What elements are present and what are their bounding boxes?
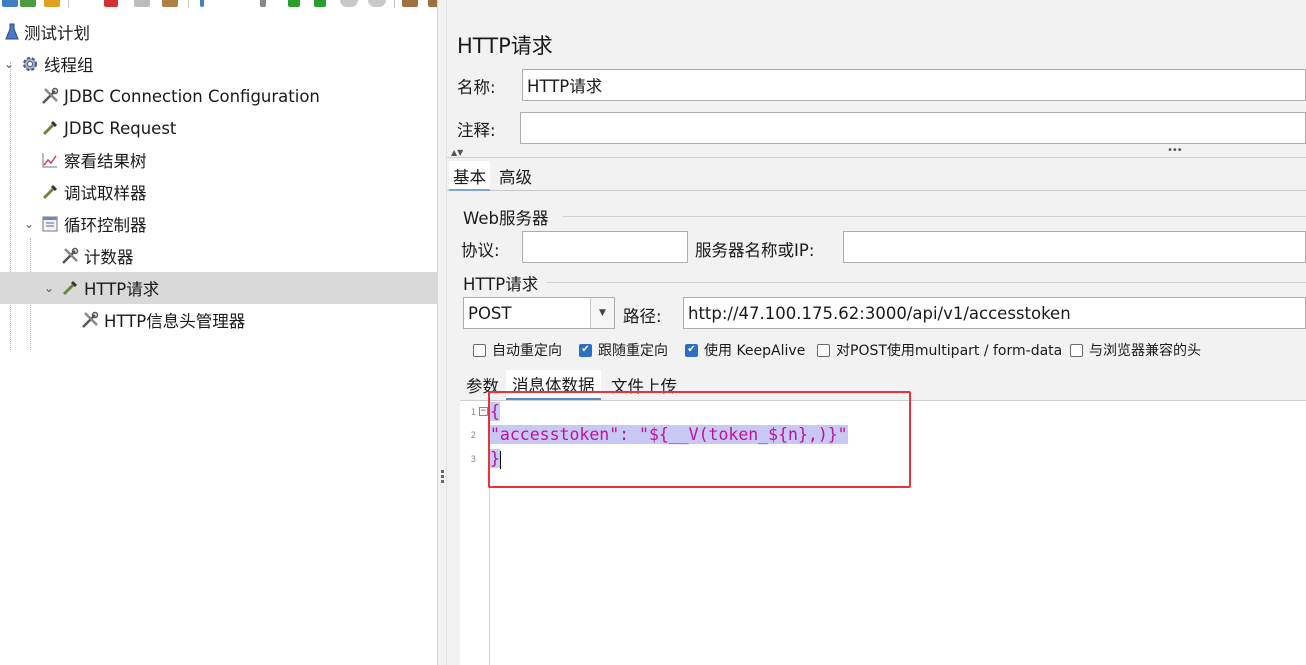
name-label: 名称: [457,78,496,97]
checkbox-unchecked-icon [473,343,486,357]
chevron-down-icon: ▼ [590,298,614,328]
sampler-pipette-icon [40,182,60,202]
http-request-group-line [547,282,1306,283]
tree-item-test-plan[interactable]: 测试计划 [0,16,438,48]
path-label: 路径: [623,307,662,326]
line-number: 1 [470,408,476,418]
path-field[interactable]: http://47.100.175.62:3000/api/v1/accesst… [683,297,1306,329]
thread-group-gear-icon [20,54,40,74]
start-no-pause-icon[interactable] [314,0,326,7]
new-icon[interactable] [2,0,18,7]
toggle-icon[interactable] [260,0,266,7]
protocol-field[interactable] [522,231,688,263]
collapse-arrows-icon[interactable]: ▲▼ [451,148,463,157]
controller-icon [40,214,60,234]
browser-compatible-headers-checkbox[interactable]: 与浏览器兼容的头 [1070,340,1201,360]
stop-icon[interactable] [340,0,358,7]
tree-item-http-header-manager[interactable]: HTTP信息头管理器 [0,304,438,336]
server-name-field[interactable] [843,231,1306,263]
templates-icon[interactable] [20,0,36,7]
protocol-label: 协议: [461,241,500,260]
server-name-label: 服务器名称或IP: [695,241,815,260]
checkbox-checked-icon: ✔ [685,343,698,357]
splitter-grip-icon [441,470,444,485]
test-plan-tree: 测试计划 ⌄ 线程组 JDBC Connection Configuration… [0,16,438,665]
name-field[interactable]: HTTP请求 [522,69,1306,101]
config-tools-icon [80,310,100,330]
start-icon[interactable] [288,0,300,7]
tree-item-debug-sampler[interactable]: 调试取样器 [0,176,438,208]
collapse-chevron-icon[interactable]: ⌄ [22,217,36,231]
section-divider[interactable]: ▲▼ ••• [447,145,1306,158]
keepalive-checkbox[interactable]: ✔ 使用 KeepAlive [685,340,805,360]
copy-icon[interactable] [134,0,150,7]
follow-redirect-checkbox[interactable]: ✔ 跟随重定向 [579,340,668,360]
shutdown-icon[interactable] [368,0,386,7]
body-data-editor[interactable]: 1 2 3 − { "accesstoken": "${__V(token_${… [460,391,1306,665]
web-server-group-line [563,216,1306,217]
collapse-chevron-icon[interactable]: ⌄ [42,281,56,295]
paste-icon[interactable] [162,0,178,7]
tree-item-counter[interactable]: 计数器 [0,240,438,272]
comment-field[interactable] [520,112,1306,144]
line-number-gutter: 1 2 3 − [460,401,490,665]
config-tools-icon [40,86,60,106]
http-request-panel: HTTP请求 名称: HTTP请求 注释: ▲▼ ••• 基本 高级 Web服务… [447,0,1306,665]
tab-basic[interactable]: 基本 [449,161,490,191]
checkbox-checked-icon: ✔ [579,343,592,357]
tree-item-jdbc-connection-configuration[interactable]: JDBC Connection Configuration [0,80,438,112]
tree-item-http-request[interactable]: ⌄ HTTP请求 [0,272,438,304]
sampler-pipette-icon [40,118,60,138]
tree-item-thread-group[interactable]: ⌄ 线程组 [0,48,438,80]
config-tools-icon [60,246,80,266]
fold-toggle-icon[interactable]: − [479,407,488,416]
page-title: HTTP请求 [457,34,553,58]
tree-item-view-results-tree[interactable]: 察看结果树 [0,144,438,176]
tree-item-loop-controller[interactable]: ⌄ 循环控制器 [0,208,438,240]
drag-dots-icon: ••• [1167,145,1183,156]
comment-label: 注释: [457,121,496,140]
expand-icon[interactable] [200,0,204,7]
http-request-group-label: HTTP请求 [463,275,539,294]
tree-item-jdbc-request[interactable]: JDBC Request [0,112,438,144]
test-plan-icon [2,22,22,42]
listener-graph-icon [40,150,60,170]
checkbox-unchecked-icon [1070,343,1083,357]
panel-splitter[interactable] [437,0,447,665]
line-number: 3 [470,455,476,465]
highlight-annotation-box [488,391,911,488]
checkbox-unchecked-icon [817,343,830,357]
sampler-pipette-icon [60,278,80,298]
multipart-checkbox[interactable]: 对POST使用multipart / form-data [817,340,1062,360]
clear-icon[interactable] [402,0,418,7]
tab-advanced[interactable]: 高级 [497,161,534,191]
collapse-chevron-icon[interactable]: ⌄ [2,57,16,71]
auto-redirect-checkbox[interactable]: 自动重定向 [473,340,562,360]
main-tabs: 基本 高级 [447,161,1306,191]
line-number: 2 [470,431,476,441]
open-icon[interactable] [44,0,60,7]
method-select[interactable]: POST ▼ [463,297,615,329]
web-server-group-label: Web服务器 [463,209,549,228]
cut-icon[interactable] [104,0,118,7]
